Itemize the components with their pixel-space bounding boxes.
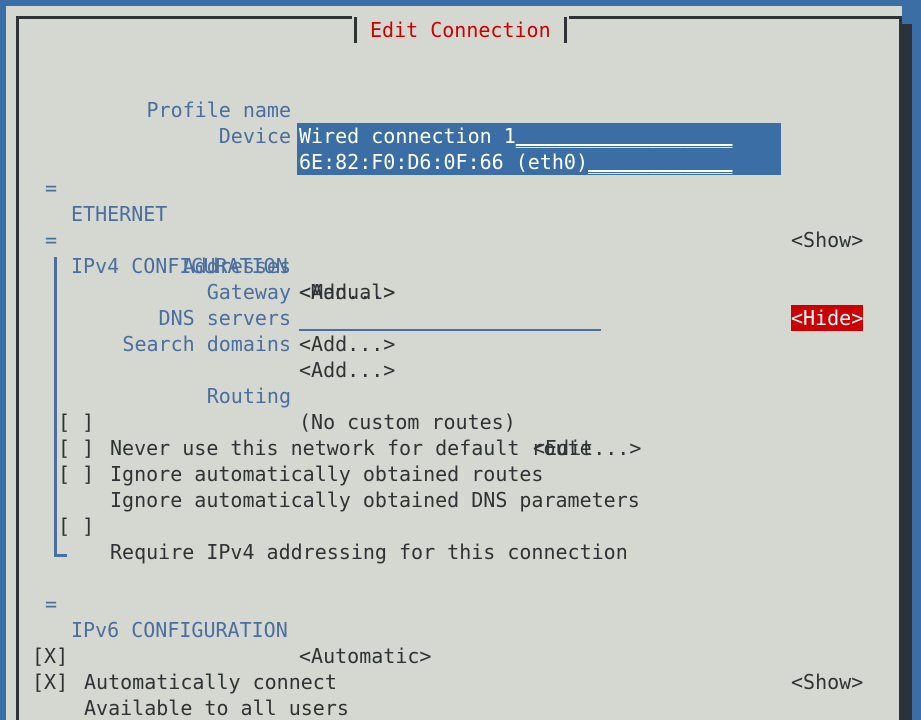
ipv4-search-domains-row: Search domains <Add...> bbox=[19, 305, 899, 382]
device-label: Device bbox=[218, 124, 291, 148]
ethernet-expander-icon[interactable]: = bbox=[45, 175, 57, 201]
profile-name-input[interactable]: Wired connection 1__________________ bbox=[297, 123, 781, 149]
terminal-window: Edit Connection Profile name Wired conne… bbox=[0, 0, 921, 720]
ipv6-section-row[interactable]: = IPv6 CONFIGURATION <Automatic> <Show> bbox=[19, 565, 899, 694]
auto-connect-row[interactable]: [X] Automatically connect bbox=[19, 617, 899, 694]
ipv4-search-domains-label: Search domains bbox=[122, 332, 291, 356]
ipv6-show-button[interactable]: <Show> bbox=[791, 669, 863, 695]
edit-connection-dialog: Edit Connection Profile name Wired conne… bbox=[16, 15, 902, 720]
ethernet-section-row[interactable]: = ETHERNET <Show> bbox=[19, 149, 899, 252]
available-all-users-row[interactable]: [X] Available to all users bbox=[19, 643, 899, 717]
ipv4-dns-add-button[interactable]: <Add...> bbox=[299, 331, 395, 357]
ipv4-routing-row: Routing (No custom routes) <Edit...> bbox=[19, 357, 899, 460]
ipv4-never-default-route-row[interactable]: [ ] Never use this network for default r… bbox=[19, 383, 899, 460]
ipv4-ignore-routes-label: Ignore automatically obtained routes bbox=[110, 462, 544, 486]
profile-name-value: Wired connection 1 bbox=[299, 124, 516, 148]
page-title: Edit Connection bbox=[370, 18, 551, 42]
ipv4-require-label: Require IPv4 addressing for this connect… bbox=[110, 540, 628, 564]
title-tick-left bbox=[354, 17, 357, 43]
ipv4-gateway-row: Gateway bbox=[19, 253, 899, 331]
available-all-users-label: Available to all users bbox=[84, 696, 349, 717]
profile-name-row: Profile name Wired connection 1_________… bbox=[19, 71, 899, 149]
dialog-content: Profile name Wired connection 1_________… bbox=[19, 45, 899, 717]
ipv6-expander-icon[interactable]: = bbox=[45, 591, 57, 617]
ipv4-require-row[interactable]: [ ] Require IPv4 addressing for this con… bbox=[19, 487, 899, 564]
ipv4-addresses-row: Addresses <Add...> bbox=[19, 227, 899, 304]
ipv4-require-checkbox[interactable]: [ ] bbox=[58, 513, 94, 539]
ipv4-section-row[interactable]: = IPv4 CONFIGURATION <Manual> <Hide> bbox=[19, 201, 899, 331]
auto-connect-label: Automatically connect bbox=[84, 670, 337, 694]
profile-name-padding: __________________ bbox=[515, 124, 733, 148]
ipv4-ignore-routes-row[interactable]: [ ] Ignore automatically obtained routes bbox=[19, 409, 899, 486]
ipv4-ignore-dns-checkbox[interactable]: [ ] bbox=[58, 461, 94, 487]
ipv4-ignore-dns-row[interactable]: [ ] Ignore automatically obtained DNS pa… bbox=[19, 435, 899, 512]
ipv4-dns-row: DNS servers <Add...> bbox=[19, 279, 899, 356]
device-row: Device 6E:82:F0:D6:0F:66 (eth0)_________… bbox=[19, 97, 899, 175]
title-tick-right bbox=[563, 17, 567, 43]
available-all-users-checkbox[interactable]: [X] bbox=[32, 669, 68, 695]
